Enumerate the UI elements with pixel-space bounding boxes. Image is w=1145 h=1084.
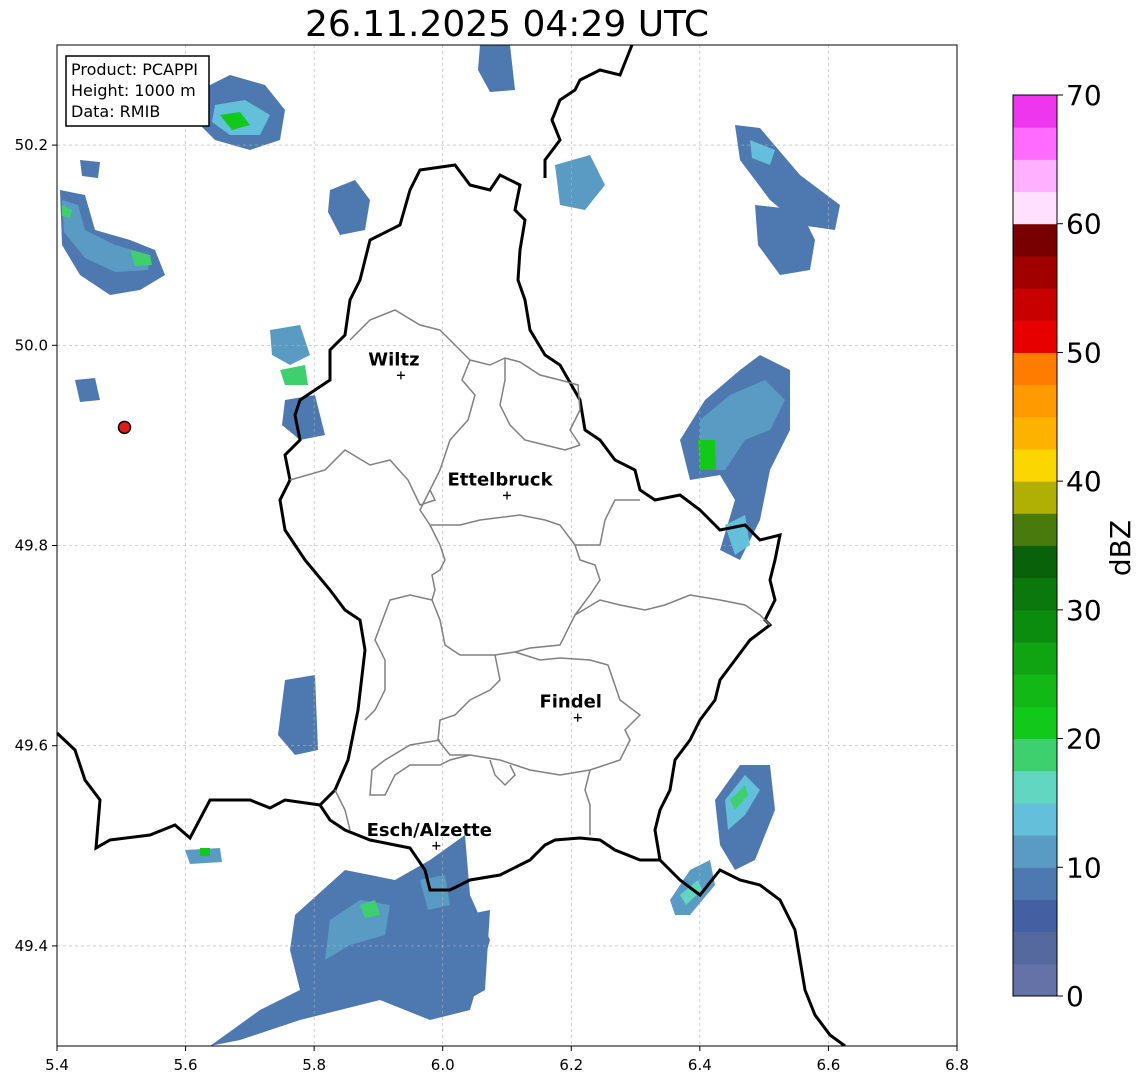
colorbar-segment [1013,835,1057,868]
city-marker [503,491,511,500]
x-tick-label: 6.6 [816,1056,840,1074]
colorbar-segment [1013,191,1057,225]
y-tick-label: 50.0 [15,336,48,354]
echo-cell [282,395,325,440]
x-axis: 5.4 5.6 5.8 6.0 6.2 6.4 6.6 6.8 [45,1046,969,1074]
colorbar-segment [1013,223,1057,257]
colorbar-tick-label: 30 [1066,594,1102,627]
colorbar-segment [1013,867,1057,900]
city-findel: Findel [539,692,602,722]
colorbar-segment [1013,963,1057,997]
colorbar-segment [1013,448,1057,482]
x-tick-label: 6.0 [431,1056,455,1074]
colorbar-segment [1013,642,1057,675]
x-tick-label: 5.6 [174,1056,198,1074]
colorbar-segment [1013,95,1057,128]
city-label: Ettelbruck [447,469,553,490]
city-esch-alzette: Esch/Alzette [367,820,492,850]
info-product: Product: PCAPPI [71,60,198,79]
radar-map-figure: 5.4 5.6 5.8 6.0 6.2 6.4 6.6 6.8 49.4 49.6 49.8 50.… [15,44,1137,1074]
city-marker [396,371,405,380]
colorbar-tick-label: 60 [1066,208,1102,241]
colorbar-segment [1013,320,1057,353]
echo-cell [75,378,100,402]
y-tick-label: 50.2 [15,136,48,154]
colorbar-segment [1013,159,1057,193]
city-label: Esch/Alzette [367,820,492,841]
city-markers: Wiltz Ettelbruck Findel Esch/Alzette [367,349,602,850]
colorbar-segment [1013,770,1057,804]
colorbar-segment [1013,706,1057,740]
x-tick-label: 5.8 [302,1056,326,1074]
colorbar-tick-label: 10 [1066,851,1102,884]
y-tick-label: 49.8 [15,537,48,555]
echo-cell [280,365,308,385]
colorbar-segment [1013,352,1057,386]
x-tick-label: 6.4 [688,1056,712,1074]
colorbar-segment [1013,674,1057,707]
city-wiltz: Wiltz [368,349,420,380]
colorbar-segment [1013,481,1057,514]
y-tick-label: 49.6 [15,737,48,755]
colorbar-segment [1013,609,1057,643]
colorbar-segment [1013,513,1057,546]
colorbar-tick-label: 50 [1066,336,1102,369]
colorbar-segment [1013,738,1057,772]
echo-cell [80,160,100,178]
echo-cell [698,440,716,470]
x-tick-label: 5.4 [45,1056,69,1074]
colorbar-segment [1013,899,1057,933]
echo-cell [278,675,318,755]
colorbar-segment [1013,384,1057,418]
echo-cell [200,848,210,856]
colorbar-segment [1013,577,1057,611]
echo-cell [328,180,370,235]
x-tick-label: 6.2 [559,1056,583,1074]
echo-cell [555,155,605,210]
colorbar-tick-label: 40 [1066,465,1102,498]
colorbar-tick-label: 20 [1066,723,1102,756]
colorbar-tick-label: 0 [1066,980,1084,1013]
x-tick-label: 6.8 [945,1056,969,1074]
info-data-source: Data: RMIB [71,102,160,121]
y-tick-label: 49.4 [15,937,48,955]
radar-site-marker [117,420,132,435]
info-box: Product: PCAPPI Height: 1000 m Data: RMI… [65,55,210,127]
city-ettelbruck: Ettelbruck [447,469,554,500]
colorbar-tick-label: 70 [1066,79,1102,112]
colorbar-segment [1013,255,1057,289]
colorbar-label: dBZ [1104,520,1137,576]
city-label: Findel [539,692,602,713]
city-label: Wiltz [368,349,419,370]
colorbar-segment [1013,802,1057,836]
colorbar-segment [1013,127,1057,160]
colorbar: 0 10 20 30 40 50 60 70 [1012,79,1102,1013]
canton-borders [289,309,771,835]
echo-cell [478,45,515,92]
city-marker [573,713,582,722]
colorbar-segment [1013,545,1057,579]
colorbar-segment [1013,288,1057,321]
info-height: Height: 1000 m [71,81,196,100]
y-axis: 49.4 49.6 49.8 50.0 50.2 [15,136,57,955]
colorbar-segment [1013,931,1057,965]
colorbar-segment [1013,416,1057,450]
city-marker [432,841,441,850]
